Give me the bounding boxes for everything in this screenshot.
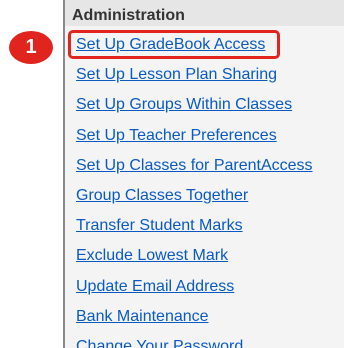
admin-link-list: Set Up GradeBook Access Set Up Lesson Pl… xyxy=(65,30,344,348)
link-set-up-groups-within-classes[interactable]: Set Up Groups Within Classes xyxy=(65,90,344,120)
panel-header: Administration xyxy=(65,0,344,26)
link-update-email-address[interactable]: Update Email Address xyxy=(65,272,344,302)
link-set-up-lesson-plan-sharing[interactable]: Set Up Lesson Plan Sharing xyxy=(65,60,344,90)
link-set-up-classes-for-parentaccess[interactable]: Set Up Classes for ParentAccess xyxy=(65,151,344,181)
link-bank-maintenance[interactable]: Bank Maintenance xyxy=(65,302,344,332)
link-set-up-gradebook-access[interactable]: Set Up GradeBook Access xyxy=(65,30,344,60)
link-set-up-teacher-preferences[interactable]: Set Up Teacher Preferences xyxy=(65,121,344,151)
administration-panel: Administration Set Up GradeBook Access S… xyxy=(63,0,344,348)
step-number-badge: 1 xyxy=(9,31,53,64)
link-group-classes-together[interactable]: Group Classes Together xyxy=(65,181,344,211)
screenshot-stage: Administration Set Up GradeBook Access S… xyxy=(0,0,344,348)
panel-title: Administration xyxy=(72,7,185,24)
link-change-your-password[interactable]: Change Your Password xyxy=(65,332,344,348)
link-exclude-lowest-mark[interactable]: Exclude Lowest Mark xyxy=(65,241,344,271)
link-transfer-student-marks[interactable]: Transfer Student Marks xyxy=(65,211,344,241)
